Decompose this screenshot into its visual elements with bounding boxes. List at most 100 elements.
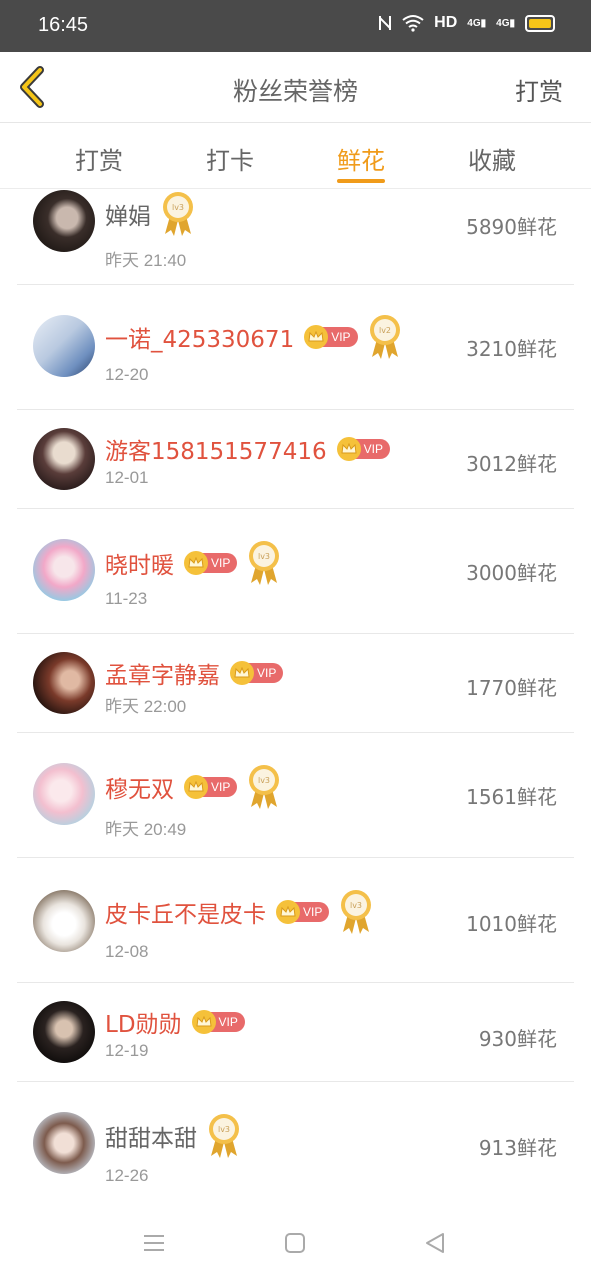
fan-name[interactable]: 晓时暖: [105, 546, 174, 580]
fan-date: 昨天 22:00: [105, 697, 187, 716]
fan-name[interactable]: 婵娟: [105, 197, 151, 231]
name-line: 一诺_425330671 VIP lv2: [105, 313, 402, 361]
hd-label: HD: [434, 14, 458, 31]
wifi-icon: [402, 15, 424, 32]
back-icon[interactable]: [423, 1231, 447, 1255]
svg-text:lv3: lv3: [172, 203, 184, 212]
name-line: 晓时暖 VIP lv3: [105, 539, 281, 587]
level-medal-icon: lv3: [249, 541, 280, 585]
avatar[interactable]: [33, 763, 95, 825]
crown-icon: [230, 661, 254, 685]
status-bar: 16:45 HD 4G▮ 4G▮: [0, 0, 591, 52]
name-line: 婵娟 lv3: [105, 190, 195, 238]
list-item[interactable]: 穆无双 VIP lv3 昨天 20:49 1561鲜花: [17, 733, 574, 858]
fan-name[interactable]: 游客158151577416: [105, 432, 327, 466]
tab-bar: 打赏 打卡 鲜花 收藏: [0, 123, 591, 189]
level-medal-icon: lv3: [341, 890, 372, 934]
avatar[interactable]: [33, 652, 95, 714]
svg-text:lv2: lv2: [379, 326, 391, 335]
reward-button[interactable]: 打赏: [515, 72, 563, 107]
fan-name[interactable]: 皮卡丘不是皮卡: [105, 895, 266, 929]
name-line: 皮卡丘不是皮卡 VIP lv3: [105, 888, 373, 936]
tab-reward[interactable]: 打赏: [49, 141, 149, 176]
fan-amount: 930鲜花: [478, 1027, 557, 1051]
fan-amount: 913鲜花: [478, 1136, 557, 1160]
svg-text:lv3: lv3: [218, 1125, 230, 1134]
tab-flowers[interactable]: 鲜花: [311, 141, 411, 176]
signal-icon: 4G▮: [467, 17, 487, 29]
svg-text:lv3: lv3: [258, 776, 270, 785]
level-medal-icon: lv3: [209, 1114, 239, 1158]
fan-amount: 1770鲜花: [466, 676, 557, 700]
system-nav-bar: [0, 1203, 591, 1280]
nfc-icon: [379, 16, 392, 30]
fan-amount: 3000鲜花: [466, 561, 557, 585]
home-icon[interactable]: [283, 1231, 307, 1255]
status-time: 16:45: [38, 14, 89, 36]
level-medal-icon: lv3: [163, 192, 193, 236]
menu-icon[interactable]: [142, 1231, 166, 1255]
name-line: 孟章字静嘉 VIP: [105, 656, 284, 690]
fan-date: 昨天 21:40: [105, 251, 187, 270]
name-line: 甜甜本甜 lv3: [105, 1112, 241, 1160]
status-icons: HD 4G▮ 4G▮: [378, 14, 555, 32]
name-line: 游客158151577416 VIP: [105, 432, 390, 466]
svg-text:lv3: lv3: [258, 552, 270, 561]
fan-date: 12-08: [105, 942, 149, 961]
vip-badge: VIP: [230, 661, 284, 685]
crown-icon: [336, 437, 361, 461]
vip-badge: VIP: [191, 1010, 245, 1034]
avatar[interactable]: [33, 315, 95, 377]
fan-name[interactable]: 穆无双: [105, 770, 174, 804]
fan-name[interactable]: 一诺_425330671: [105, 320, 294, 354]
fan-date: 12-19: [105, 1041, 149, 1060]
level-medal-icon: lv3: [249, 765, 280, 809]
fan-list[interactable]: 婵娟 lv3 昨天 21:40 5890鲜花 一诺_425330671 VIP …: [0, 189, 591, 1207]
vip-badge: VIP: [184, 775, 238, 799]
signal-icon: 4G▮: [496, 17, 515, 29]
list-item[interactable]: 婵娟 lv3 昨天 21:40 5890鲜花: [17, 189, 574, 285]
vip-badge: VIP: [184, 551, 238, 575]
list-item[interactable]: 孟章字静嘉 VIP 昨天 22:00 1770鲜花: [17, 634, 574, 733]
fan-date: 11-23: [105, 589, 148, 608]
battery-icon: [525, 14, 555, 32]
tab-favorites[interactable]: 收藏: [442, 141, 542, 176]
avatar[interactable]: [33, 890, 95, 952]
crown-icon: [184, 551, 208, 575]
vip-badge: VIP: [304, 325, 358, 349]
level-medal-icon: lv2: [369, 315, 400, 359]
fan-name[interactable]: 甜甜本甜: [105, 1119, 197, 1153]
list-item[interactable]: 甜甜本甜 lv3 12-26 913鲜花: [17, 1082, 574, 1207]
fan-amount: 1561鲜花: [466, 785, 557, 809]
list-item[interactable]: 皮卡丘不是皮卡 VIP lv3 12-08 1010鲜花: [17, 858, 574, 983]
vip-badge: VIP: [276, 900, 330, 924]
avatar[interactable]: [33, 190, 95, 252]
fan-name[interactable]: 孟章字静嘉: [105, 656, 220, 690]
svg-text:lv3: lv3: [350, 901, 362, 910]
vip-badge: VIP: [336, 437, 390, 461]
list-item[interactable]: 一诺_425330671 VIP lv2 12-20 3210鲜花: [17, 285, 574, 410]
fan-amount: 5890鲜花: [466, 215, 557, 239]
tab-checkin[interactable]: 打卡: [180, 141, 280, 176]
fan-amount: 1010鲜花: [466, 912, 557, 936]
name-line: LD勋勋 VIP: [105, 1005, 245, 1039]
page-header: 粉丝荣誉榜 打赏: [0, 52, 591, 123]
fan-amount: 3210鲜花: [466, 337, 557, 361]
list-item[interactable]: 晓时暖 VIP lv3 11-23 3000鲜花: [17, 509, 574, 634]
fan-date: 12-20: [105, 365, 149, 384]
name-line: 穆无双 VIP lv3: [105, 763, 281, 811]
avatar[interactable]: [33, 1001, 95, 1063]
fan-date: 昨天 20:49: [105, 820, 187, 839]
avatar[interactable]: [33, 1112, 95, 1174]
active-tab-indicator: [337, 179, 385, 183]
list-item[interactable]: 游客158151577416 VIP 12-01 3012鲜花: [17, 410, 574, 509]
list-item[interactable]: LD勋勋 VIP 12-19 930鲜花: [17, 983, 574, 1082]
fan-date: 12-26: [105, 1166, 149, 1185]
page-title: 粉丝荣誉榜: [232, 77, 358, 106]
fan-amount: 3012鲜花: [466, 452, 557, 476]
crown-icon: [184, 775, 208, 799]
avatar[interactable]: [33, 428, 95, 490]
crown-icon: [191, 1010, 216, 1034]
avatar[interactable]: [33, 539, 95, 601]
fan-name[interactable]: LD勋勋: [105, 1005, 182, 1039]
